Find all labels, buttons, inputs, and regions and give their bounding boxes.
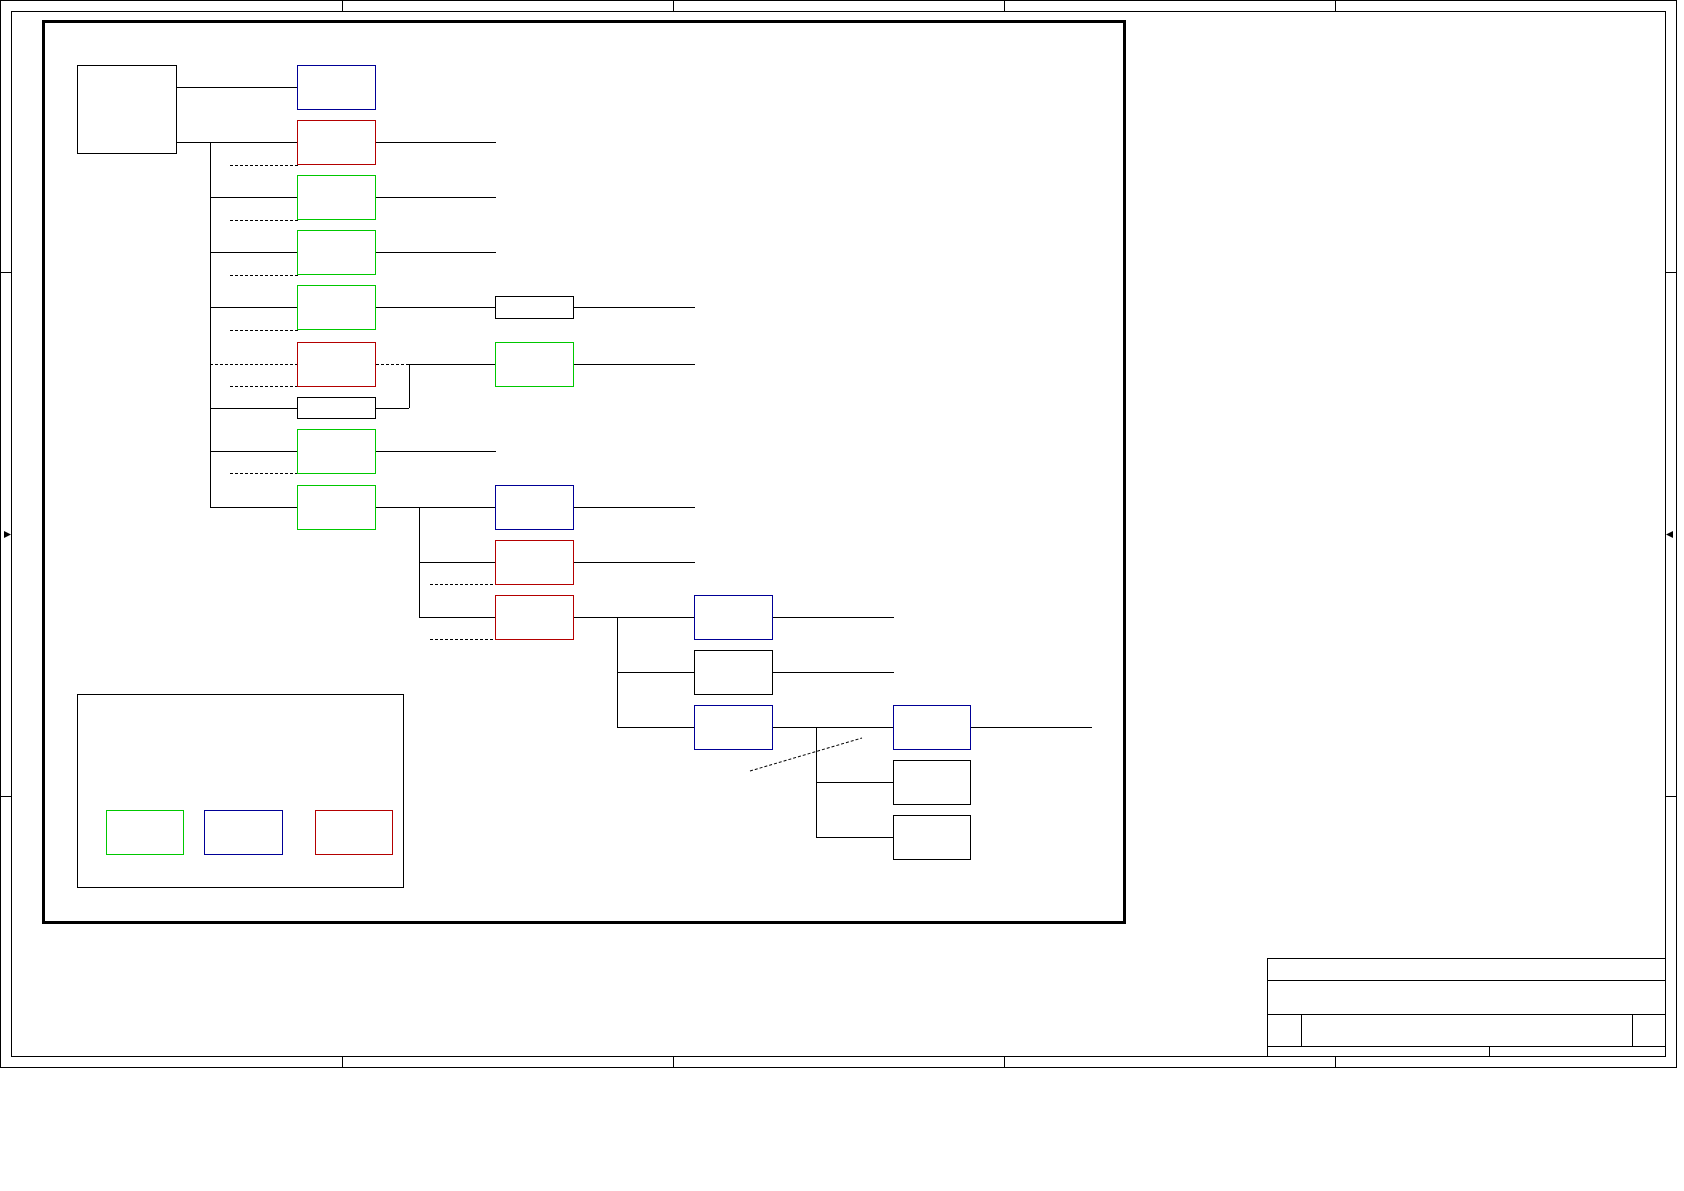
block-green — [297, 230, 376, 275]
block-red — [297, 120, 376, 165]
block-green — [297, 485, 376, 530]
block-blue — [694, 595, 773, 640]
legend-swatch-red — [315, 810, 393, 855]
block-green — [297, 175, 376, 220]
block-blue — [495, 485, 574, 530]
block-blue — [694, 705, 773, 750]
block-green — [495, 342, 574, 387]
level-1-blocks — [297, 65, 376, 530]
block-blue — [893, 705, 971, 750]
sheet-frame — [0, 0, 1677, 1068]
block-green — [297, 285, 376, 330]
legend-swatch-blue — [204, 810, 283, 855]
block-plain — [893, 760, 971, 805]
inner-border — [11, 11, 1666, 1057]
block-red — [297, 342, 376, 387]
block-plain — [893, 815, 971, 860]
level-3-blocks — [694, 595, 773, 750]
level-4-blocks — [893, 705, 971, 860]
centering-arrow-left — [4, 531, 11, 538]
level-2-blocks — [495, 296, 574, 640]
legend-swatch-green — [106, 810, 184, 855]
root-block — [77, 65, 177, 154]
centering-arrow-right — [1666, 531, 1673, 538]
block-green — [297, 429, 376, 474]
title-block-frame — [1267, 958, 1666, 1057]
legend-frame — [77, 694, 404, 888]
block-blue — [297, 65, 376, 110]
block-plain-small — [495, 296, 574, 319]
schematic-sheet — [0, 0, 1677, 1068]
block-plain-small — [297, 397, 376, 419]
outer-border — [0, 0, 1677, 1068]
block-red — [495, 540, 574, 585]
legend — [77, 694, 404, 888]
block-red — [495, 595, 574, 640]
block-plain — [694, 650, 773, 695]
title-block — [1267, 958, 1666, 1057]
